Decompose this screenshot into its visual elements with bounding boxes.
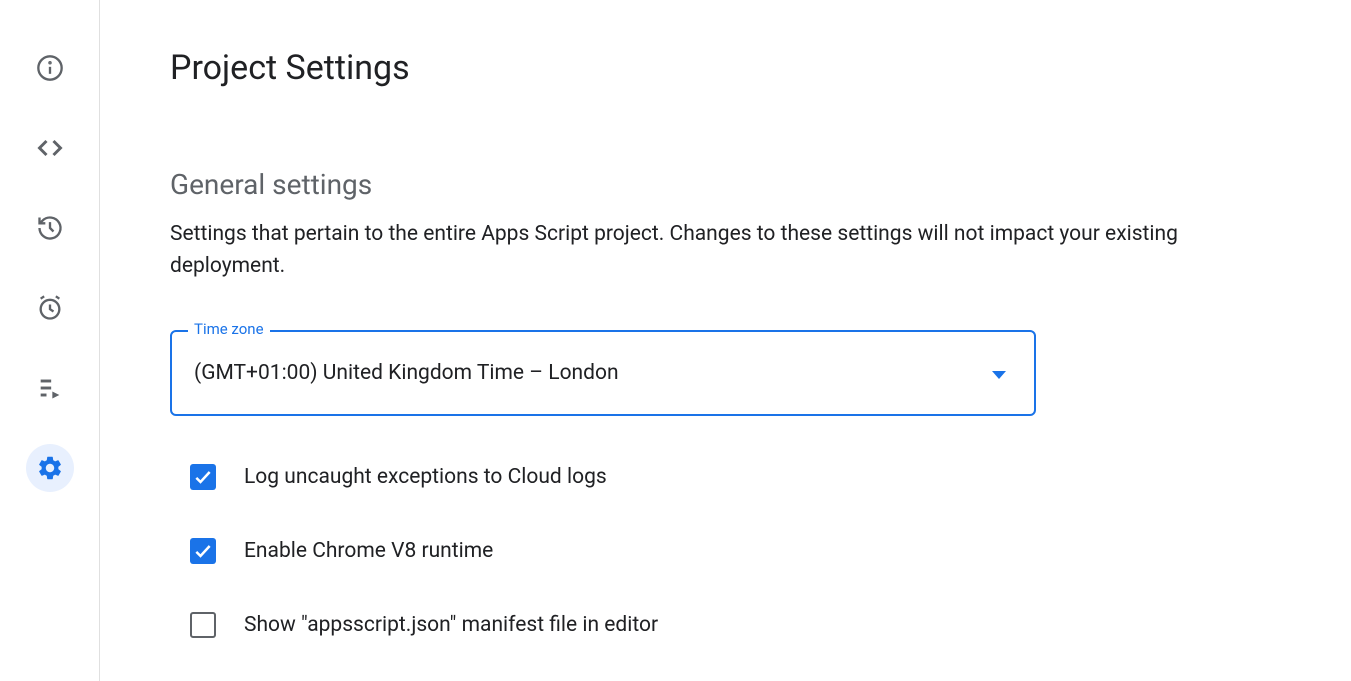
info-icon [36,54,64,82]
log-exceptions-label: Log uncaught exceptions to Cloud logs [244,465,607,489]
v8-runtime-label: Enable Chrome V8 runtime [244,539,493,563]
executions-icon [36,374,64,402]
sidebar-item-settings[interactable] [26,444,74,492]
checkbox-row-show-manifest: Show "appsscript.json" manifest file in … [190,612,1281,638]
log-exceptions-checkbox[interactable] [190,464,216,490]
gear-icon [36,454,64,482]
show-manifest-label: Show "appsscript.json" manifest file in … [244,613,658,637]
general-settings-title: General settings [170,168,1281,201]
alarm-icon [36,294,64,322]
timezone-value: (GMT+01:00) United Kingdom Time – London [194,361,619,385]
code-icon [36,134,64,162]
sidebar-item-triggers[interactable] [26,284,74,332]
history-icon [36,214,64,242]
timezone-label: Time zone [188,320,270,338]
timezone-select-box[interactable]: (GMT+01:00) United Kingdom Time – London [170,330,1036,416]
v8-runtime-checkbox[interactable] [190,538,216,564]
show-manifest-checkbox[interactable] [190,612,216,638]
check-icon [193,467,213,487]
sidebar [0,0,100,681]
general-settings-description: Settings that pertain to the entire Apps… [170,219,1281,282]
sidebar-item-executions[interactable] [26,364,74,412]
main-content: Project Settings General settings Settin… [100,0,1351,681]
dropdown-arrow-icon [992,364,1006,383]
sidebar-item-history[interactable] [26,204,74,252]
sidebar-item-editor[interactable] [26,124,74,172]
checkbox-row-log-exceptions: Log uncaught exceptions to Cloud logs [190,464,1281,490]
timezone-select[interactable]: Time zone (GMT+01:00) United Kingdom Tim… [170,330,1036,416]
check-icon [193,541,213,561]
page-title: Project Settings [170,48,1281,88]
checkbox-row-v8-runtime: Enable Chrome V8 runtime [190,538,1281,564]
sidebar-item-overview[interactable] [26,44,74,92]
